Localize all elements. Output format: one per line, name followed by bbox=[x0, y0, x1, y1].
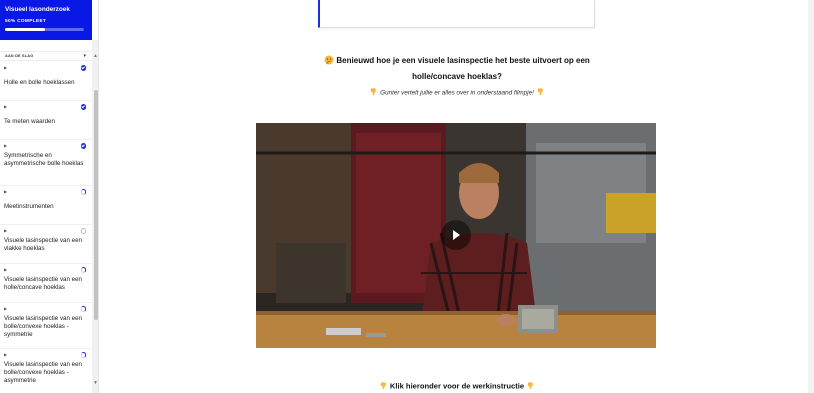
progress-label: 50% COMPLEET bbox=[5, 19, 47, 24]
call-to-action: Klik hieronder voor de werkinstructie bbox=[299, 381, 615, 391]
pointing-down-icon bbox=[528, 382, 533, 390]
scrollbar-thumb[interactable] bbox=[93, 90, 98, 320]
page-scrollbar[interactable] bbox=[808, 0, 814, 393]
sidebar-lesson-bolle-convexe-asymmetrie[interactable]: ▶ Visuele lasinspectie van een bolle/con… bbox=[0, 349, 92, 393]
course-header: Visueel lasonderzoek 50% COMPLEET bbox=[0, 0, 92, 40]
progress-fill bbox=[5, 28, 45, 31]
lesson-title: Visuele lasinspectie van een holle/conca… bbox=[4, 276, 82, 292]
course-title: Visueel lasonderzoek bbox=[5, 6, 70, 13]
scroll-down-arrow-icon[interactable]: ▼ bbox=[93, 380, 98, 386]
in-progress-icon bbox=[80, 189, 86, 195]
completed-check-icon bbox=[80, 104, 86, 110]
play-button[interactable] bbox=[441, 220, 471, 250]
play-icon: ▶ bbox=[4, 306, 8, 311]
lesson-title: Visuele lasinspectie van een bolle/conve… bbox=[4, 361, 82, 385]
lesson-title: Holle en bolle hoeklassen bbox=[4, 79, 75, 86]
sidebar-lesson-te-meten-waarden[interactable]: ▶ Te meten waarden bbox=[0, 101, 92, 140]
progress-bar bbox=[5, 28, 84, 31]
play-icon: ▶ bbox=[4, 104, 8, 109]
subheading-text: Gunter vertelt jullie er alles over in o… bbox=[380, 89, 534, 97]
sidebar-scrollbar[interactable]: ▲ ▼ bbox=[92, 40, 98, 393]
pointing-down-icon bbox=[371, 88, 377, 96]
play-icon: ▶ bbox=[4, 65, 8, 70]
chevron-down-icon[interactable]: ▾ bbox=[83, 53, 86, 59]
thinking-face-icon bbox=[324, 55, 334, 64]
lesson-subheading: Gunter vertelt jullie er alles over in o… bbox=[299, 87, 615, 97]
lesson-heading: Benieuwd hoe je een visuele lasinspectie… bbox=[299, 53, 615, 84]
pointing-down-icon bbox=[537, 88, 543, 96]
play-icon: ▶ bbox=[4, 189, 8, 194]
cta-text: Klik hieronder voor de werkinstructie bbox=[389, 381, 525, 391]
play-icon: ▶ bbox=[4, 143, 8, 148]
scroll-up-arrow-icon[interactable]: ▲ bbox=[93, 53, 98, 59]
sidebar-lesson-symmetrische-asymmetrische[interactable]: ▶ Symmetrische en asymmetrische bolle ho… bbox=[0, 140, 92, 186]
in-progress-icon bbox=[80, 352, 86, 358]
section-header-aan-de-slag[interactable]: AAN DE SLAG ▾ bbox=[0, 51, 92, 61]
in-progress-icon bbox=[80, 306, 86, 312]
sidebar-lesson-vlakke-hoeklas[interactable]: ▶ Visuele lasinspectie van een vlakke ho… bbox=[0, 225, 92, 264]
play-icon: ▶ bbox=[4, 228, 8, 233]
lesson-title: Te meten waarden bbox=[4, 118, 55, 125]
sidebar-lesson-meetinstrumenten[interactable]: ▶ Meetinstrumenten bbox=[0, 186, 92, 225]
lesson-sidebar: Visueel lasonderzoek 50% COMPLEET AAN DE… bbox=[0, 0, 99, 393]
sidebar-lesson-bolle-convexe-symmetrie[interactable]: ▶ Visuele lasinspectie van een bolle/con… bbox=[0, 303, 92, 349]
play-icon: ▶ bbox=[4, 267, 8, 272]
heading-line-1: Benieuwd hoe je een visuele lasinspectie… bbox=[336, 56, 590, 65]
sidebar-lesson-holle-en-bolle-hoeklassen[interactable]: ▶ Holle en bolle hoeklassen bbox=[0, 62, 92, 101]
completed-check-icon bbox=[80, 65, 86, 71]
completed-check-icon bbox=[80, 143, 86, 149]
not-started-icon bbox=[80, 228, 86, 234]
previous-content-block bbox=[318, 0, 595, 28]
pointing-down-icon bbox=[380, 382, 386, 390]
in-progress-icon bbox=[80, 267, 86, 273]
lesson-title: Meetinstrumenten bbox=[4, 203, 54, 210]
video-player[interactable] bbox=[256, 123, 656, 348]
heading-line-2: holle/concave hoeklas? bbox=[412, 71, 502, 81]
lesson-title: Visuele lasinspectie van een vlakke hoek… bbox=[4, 237, 82, 253]
section-label: AAN DE SLAG bbox=[5, 54, 34, 58]
sidebar-lesson-holle-concave-hoeklas[interactable]: ▶ Visuele lasinspectie van een holle/con… bbox=[0, 264, 92, 303]
lesson-title: Visuele lasinspectie van een bolle/conve… bbox=[4, 315, 82, 339]
lesson-title: Symmetrische en asymmetrische bolle hoek… bbox=[4, 152, 84, 168]
play-icon: ▶ bbox=[4, 352, 8, 357]
lesson-content: Benieuwd hoe je een visuele lasinspectie… bbox=[99, 0, 814, 393]
